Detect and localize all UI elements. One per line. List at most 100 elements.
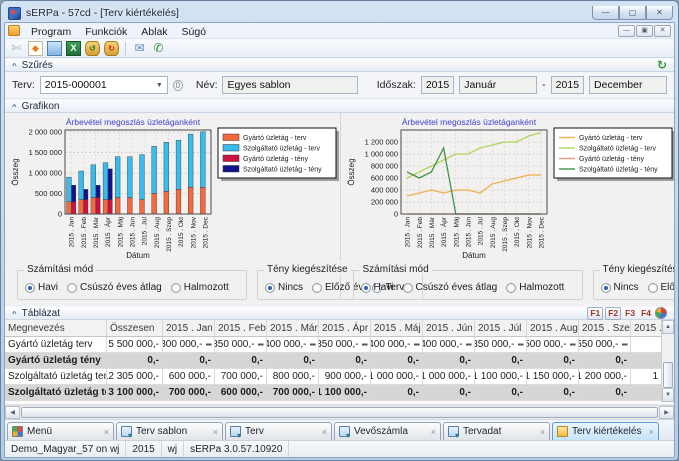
radio-dot[interactable] (648, 283, 658, 293)
tab-terv-kiertekeles[interactable]: Terv kiértékelés× (552, 422, 659, 440)
cell-ellipsis-button[interactable]: ▪▪▪ (413, 340, 419, 349)
column-header-megnevezes[interactable]: Megnevezés (5, 320, 107, 336)
lookup-icon[interactable]: 0 (173, 80, 183, 91)
column-header-2015-jun[interactable]: 2015 . Jún (423, 320, 475, 336)
tab-close-icon[interactable]: × (322, 427, 327, 437)
close-button[interactable]: ✕ (646, 6, 673, 20)
cell-ellipsis-button[interactable]: ▪▪▪ (309, 340, 315, 349)
tab-close-icon[interactable]: × (540, 427, 545, 437)
chevron-down-icon[interactable]: ▼ (150, 82, 163, 89)
menu-item-ablak[interactable]: Ablak (134, 25, 174, 39)
scroll-right-icon[interactable]: ▶ (659, 406, 674, 419)
cell-ellipsis-button[interactable]: ▪▪▪ (517, 340, 523, 349)
fn-button-f1[interactable]: F1 (587, 307, 603, 320)
scroll-down-icon[interactable]: ▼ (662, 388, 674, 402)
nev-field[interactable]: Egyes sablon (222, 76, 357, 94)
terv-combo[interactable]: 2015-000001 ▼ (40, 76, 168, 94)
column-header-2015[interactable]: 2015 . (631, 320, 661, 336)
cell-ellipsis-button[interactable]: ▪▪▪ (257, 340, 263, 349)
maximize-button[interactable]: ▢ (619, 6, 646, 20)
vertical-scrollbar[interactable]: ▲ ▼ (661, 320, 674, 402)
column-header-2015-mar[interactable]: 2015 . Már (267, 320, 319, 336)
radio-dot[interactable] (25, 283, 35, 293)
mdi-close-button[interactable]: ✕ (654, 25, 671, 37)
column-header-2015-jan[interactable]: 2015 . Jan (163, 320, 215, 336)
radio-csuszo-eves-atlag[interactable]: Csúszó éves átlag (403, 282, 498, 293)
column-header-2015-apr[interactable]: 2015 . Ápr (319, 320, 371, 336)
line-chart-panel: Árbevétel megoszlás üzletáganként0200 00… (340, 113, 675, 260)
radio-dot[interactable] (171, 283, 181, 293)
phone-icon[interactable]: ✆ (151, 41, 166, 56)
fn-button-f4[interactable]: F4 (639, 308, 653, 319)
radio-dot[interactable] (312, 283, 322, 293)
mdi-minimize-button[interactable]: — (618, 25, 635, 37)
menu-item-sugo[interactable]: Súgó (175, 25, 214, 39)
column-header-2015-feb[interactable]: 2015 . Feb (215, 320, 267, 336)
radio-dot[interactable] (403, 283, 413, 293)
mail-icon[interactable]: ✉ (132, 41, 147, 56)
table-row-szolgaltato-uzletag-teny[interactable]: Szolgáltató üzletág tény3 100 000,-700 0… (5, 385, 661, 401)
database-export-icon[interactable]: ↻ (104, 41, 119, 56)
to-year-field[interactable]: 2015 (551, 76, 584, 94)
mdi-restore-button[interactable]: ▣ (636, 25, 653, 37)
radio-csuszo-eves-atlag[interactable]: Csúszó éves átlag (67, 282, 162, 293)
menu-item-program[interactable]: Program (24, 25, 78, 39)
radio-dot[interactable] (601, 283, 611, 293)
cell-ellipsis-button[interactable]: ▪▪▪ (569, 340, 575, 349)
tab-tervadat[interactable]: Tervadat× (443, 422, 550, 440)
table-row-gyarto-uzletag-teny[interactable]: Gyártó üzletág tény0,-0,-0,-0,-0,-0,-0,-… (5, 353, 661, 369)
section-header-grafikon[interactable]: ^ Grafikon (5, 99, 674, 113)
radio-nincs[interactable]: Nincs (601, 282, 639, 293)
column-header-osszesen[interactable]: Összesen (107, 320, 163, 336)
radio-dot[interactable] (506, 283, 516, 293)
from-year-field[interactable]: 2015 (421, 76, 454, 94)
table-row-gyarto-uzletag-terv[interactable]: Gyártó üzletág terv5 500 000,-300 000,-▪… (5, 337, 661, 353)
excel-export-icon[interactable]: X (66, 41, 81, 56)
radio-havi[interactable]: Havi (25, 282, 58, 293)
cell-ellipsis-button[interactable]: ▪▪▪ (465, 340, 471, 349)
tab-menu[interactable]: Menü× (7, 422, 114, 440)
column-header-2015-szep[interactable]: 2015 . Szep (579, 320, 631, 336)
refresh-icon[interactable]: ↻ (657, 60, 667, 70)
scroll-left-icon[interactable]: ◀ (5, 406, 20, 419)
fn-button-f2[interactable]: F2 (605, 307, 621, 320)
radio-dot[interactable] (265, 283, 275, 293)
to-month-field[interactable]: December (589, 76, 667, 94)
tab-vevoszamla[interactable]: Vevőszámla× (334, 422, 441, 440)
minimize-button[interactable]: — (592, 6, 619, 20)
column-header-2015-aug[interactable]: 2015 . Aug (527, 320, 579, 336)
scroll-thumb[interactable] (663, 362, 673, 388)
radio-nincs[interactable]: Nincs (265, 282, 303, 293)
attach-disabled-icon[interactable]: ✄ (9, 41, 24, 56)
tab-close-icon[interactable]: × (431, 427, 436, 437)
horizontal-scrollbar[interactable]: ◀ ▶ (5, 405, 674, 419)
radio-halmozott[interactable]: Halmozott (506, 282, 564, 293)
section-header-tablazat[interactable]: ^ Táblázat F1F2F3F4 (5, 306, 674, 320)
cell-ellipsis-button[interactable]: ▪▪▪ (361, 340, 367, 349)
menu-item-funkciok[interactable]: Funkciók (78, 25, 134, 39)
from-month-field[interactable]: Január (459, 76, 537, 94)
radio-dot[interactable] (361, 283, 371, 293)
tab-close-icon[interactable]: × (213, 427, 218, 437)
radio-dot[interactable] (67, 283, 77, 293)
database-import-icon[interactable]: ↺ (85, 41, 100, 56)
pie-chart-icon[interactable] (655, 307, 667, 319)
column-header-2015-jul[interactable]: 2015 . Júl (475, 320, 527, 336)
section-header-szures[interactable]: ^ Szűrés ↻ (5, 58, 674, 72)
column-header-2015-maj[interactable]: 2015 . Máj (371, 320, 423, 336)
fn-button-f3[interactable]: F3 (623, 308, 637, 319)
cell-ellipsis-button[interactable]: ▪▪▪ (621, 340, 627, 349)
scroll-up-icon[interactable]: ▲ (662, 320, 674, 334)
tab-terv-sablon[interactable]: Terv sablon× (116, 422, 223, 440)
cell-ellipsis-button[interactable]: ▪▪▪ (205, 340, 211, 349)
favorites-note-icon[interactable]: ◆ (28, 41, 43, 56)
radio-havi[interactable]: Havi (361, 282, 394, 293)
table-row-szolgaltato-uzletag-terv[interactable]: Szolgáltató üzletág terv12 305 000,-600 … (5, 369, 661, 385)
tab-close-icon[interactable]: × (104, 427, 109, 437)
radio-halmozott[interactable]: Halmozott (171, 282, 229, 293)
window-view-icon[interactable] (47, 41, 62, 56)
scroll-thumb[interactable] (21, 407, 658, 418)
tab-close-icon[interactable]: × (649, 427, 654, 437)
tab-terv[interactable]: Terv× (225, 422, 332, 440)
radio-elozo-ev[interactable]: Előző év (648, 282, 675, 293)
